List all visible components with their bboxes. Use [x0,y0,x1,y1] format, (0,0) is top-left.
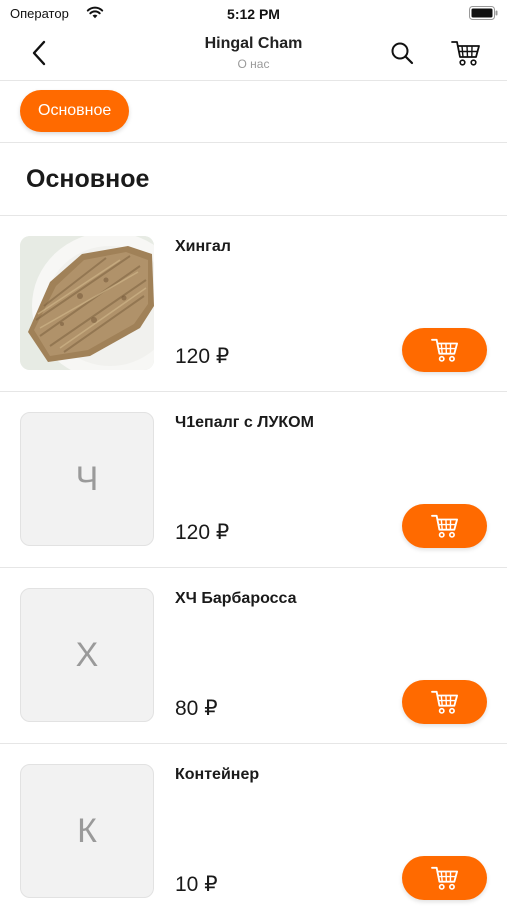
page-title: Hingal Cham [204,35,303,52]
product-thumbnail: К [20,764,154,898]
product-item[interactable]: Ч Ч1епалг с ЛУКОМ 120 ₽ [0,392,507,568]
product-thumbnail: Ч [20,412,154,546]
food-image [20,236,154,370]
product-name: Хингал [175,238,231,255]
section-title: Основное [26,165,150,193]
battery-icon [469,6,498,20]
back-button[interactable] [22,36,56,70]
product-name: ХЧ Барбаросса [175,590,297,607]
product-price: 80 ₽ [175,697,218,720]
thumbnail-letter: К [77,811,97,850]
search-button[interactable] [384,35,420,71]
add-to-cart-button[interactable] [402,856,487,900]
product-price: 120 ₽ [175,345,230,368]
product-name: Контейнер [175,766,260,783]
add-to-cart-button[interactable] [402,504,487,548]
category-chips: Основное [0,81,507,143]
nav-bar: Hingal Cham О нас [0,28,507,81]
add-to-cart-button[interactable] [402,328,487,372]
cart-button[interactable] [446,35,486,71]
cart-icon [430,866,458,890]
category-chip-main[interactable]: Основное [20,90,130,132]
cart-icon [430,338,458,362]
thumbnail-letter: Ч [75,459,99,498]
product-item[interactable]: Х ХЧ Барбаросса 80 ₽ [0,568,507,744]
product-list: Хингал 120 ₽ Ч Ч1епалг с ЛУКОМ 120 ₽ Х Х… [0,216,507,919]
product-price: 120 ₽ [175,521,230,544]
section-header: Основное [0,143,507,216]
cart-icon [430,690,458,714]
cart-icon [430,514,458,538]
product-thumbnail: Х [20,588,154,722]
product-item[interactable]: К Контейнер 10 ₽ [0,744,507,919]
add-to-cart-button[interactable] [402,680,487,724]
product-item[interactable]: Хингал 120 ₽ [0,216,507,392]
chevron-left-icon [32,40,46,66]
status-bar: Оператор 5:12 PM [0,0,507,28]
about-link[interactable]: О нас [120,56,387,72]
cart-icon [451,41,480,66]
nav-title-group: Hingal Cham О нас [120,34,387,72]
clock-label: 5:12 PM [227,6,280,22]
search-icon [391,42,414,65]
thumbnail-letter: Х [75,635,99,674]
product-name: Ч1епалг с ЛУКОМ [175,414,314,431]
product-photo [20,236,154,370]
product-price: 10 ₽ [175,873,218,896]
